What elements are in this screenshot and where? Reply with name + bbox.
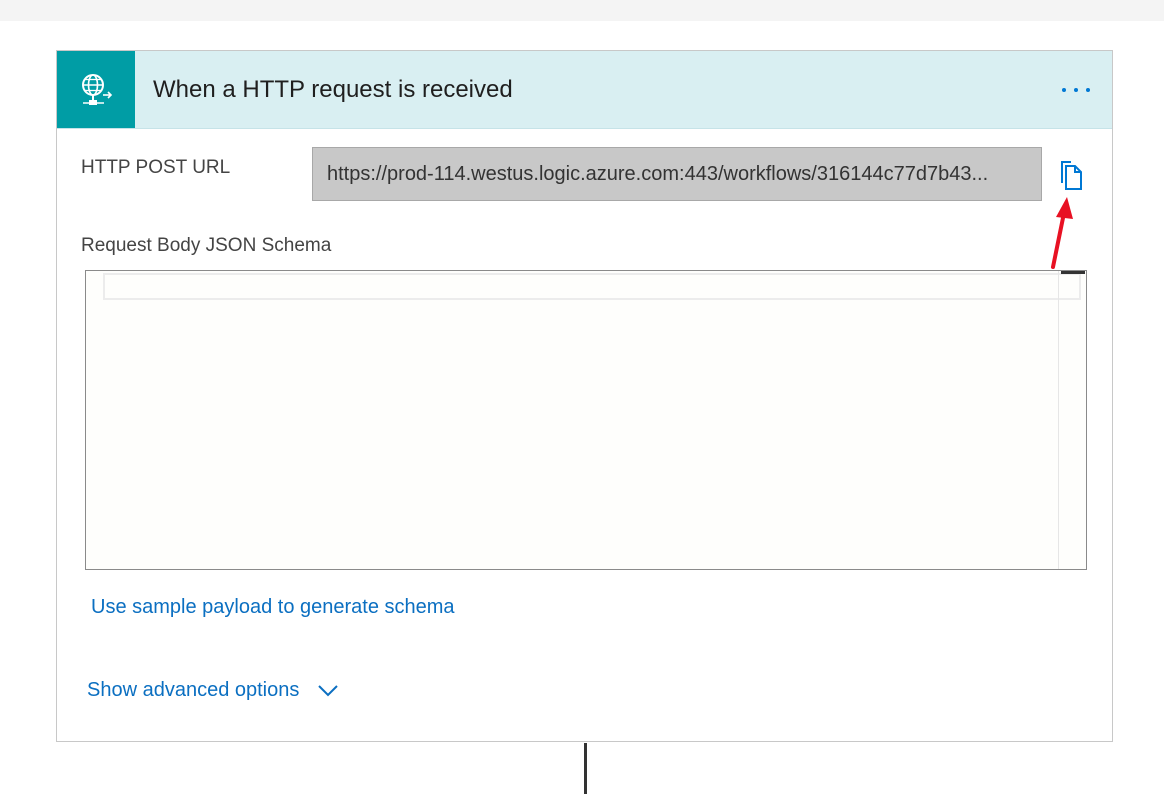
top-band (0, 0, 1164, 21)
trigger-icon-tile (57, 51, 135, 128)
editor-scrollbar[interactable] (1058, 271, 1086, 569)
trigger-card: When a HTTP request is received HTTP POS… (56, 50, 1113, 742)
globe-request-icon (82, 73, 113, 105)
editor-current-line[interactable] (103, 273, 1081, 300)
show-advanced-options-toggle[interactable]: Show advanced options (87, 679, 339, 702)
use-sample-payload-link[interactable]: Use sample payload to generate schema (91, 596, 455, 619)
copy-url-button[interactable] (1056, 159, 1084, 191)
http-post-url-label: HTTP POST URL (81, 157, 231, 178)
scrollbar-thumb[interactable] (1061, 271, 1085, 274)
request-body-schema-label: Request Body JSON Schema (81, 235, 332, 256)
more-options-icon (1062, 88, 1066, 92)
http-post-url-field[interactable]: https://prod-114.westus.logic.azure.com:… (312, 147, 1042, 201)
card-header[interactable]: When a HTTP request is received (57, 51, 1112, 129)
http-post-url-value: https://prod-114.westus.logic.azure.com:… (327, 162, 989, 185)
annotation-arrow (1051, 197, 1073, 269)
request-body-schema-editor[interactable] (85, 270, 1087, 570)
chevron-down-icon (318, 684, 339, 696)
show-advanced-options-label: Show advanced options (87, 679, 300, 701)
more-options-icon-dot (1074, 88, 1078, 92)
card-title: When a HTTP request is received (153, 76, 513, 103)
copy-icon (1061, 161, 1082, 190)
flow-connector-line (584, 743, 587, 794)
more-options-button[interactable] (1052, 75, 1100, 105)
more-options-icon-dot (1086, 88, 1090, 92)
